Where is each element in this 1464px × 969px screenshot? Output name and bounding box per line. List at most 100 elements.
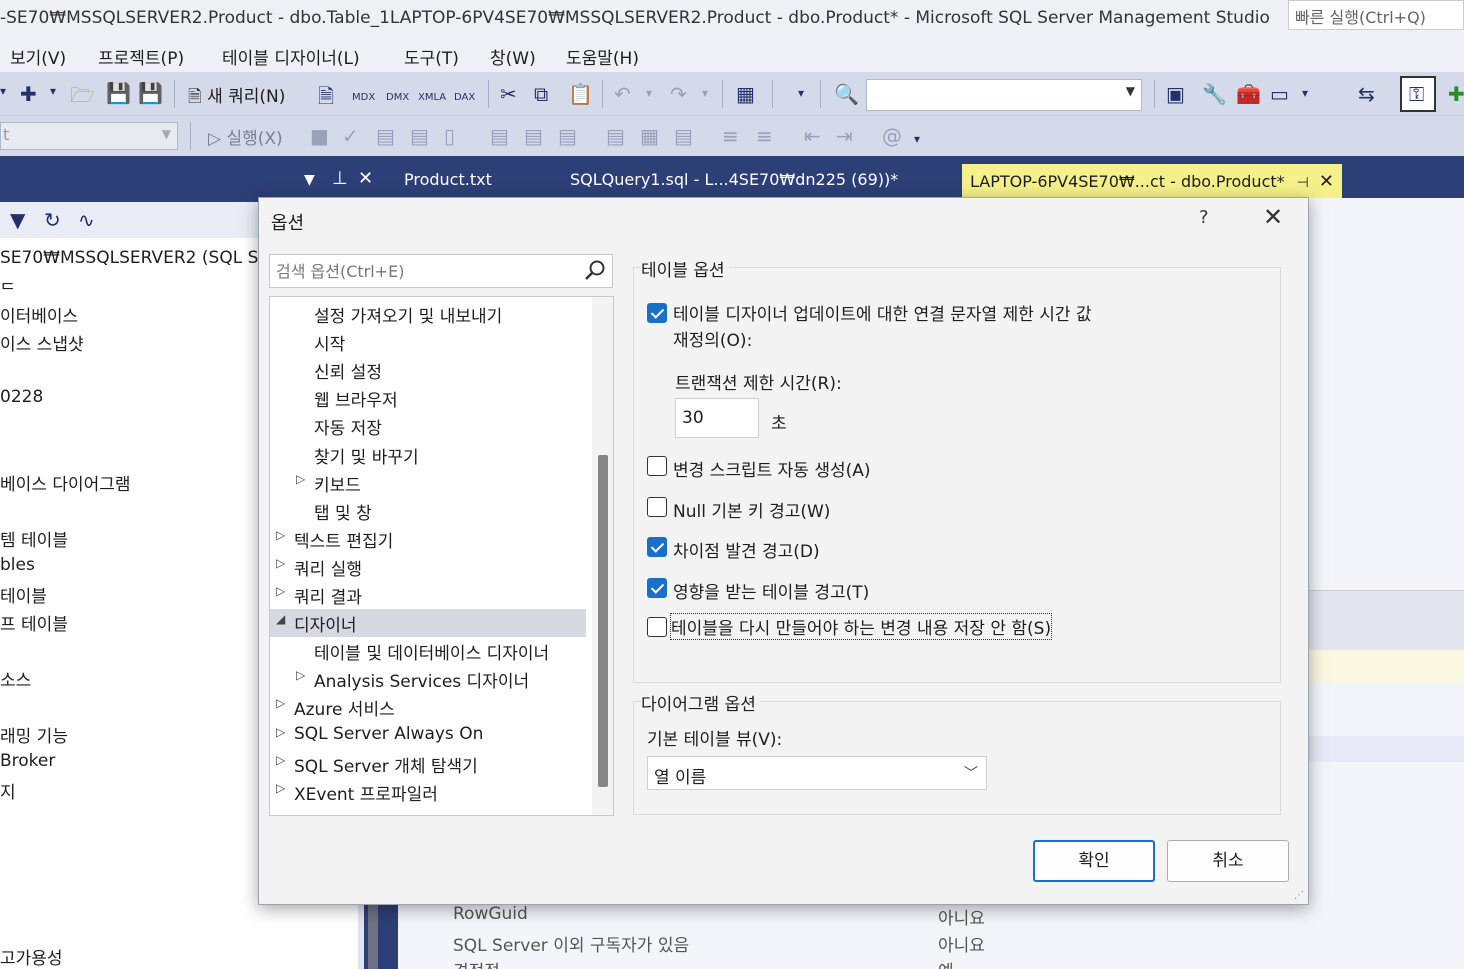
query-options-icon[interactable]: ▤ bbox=[410, 124, 429, 148]
collapsed-arrow-icon[interactable]: ▷ bbox=[276, 725, 285, 739]
chevron-down-icon[interactable]: ▾ bbox=[914, 132, 920, 146]
stop-icon[interactable]: ■ bbox=[310, 124, 329, 148]
tree-item-system-tables[interactable]: 템 테이블 bbox=[0, 526, 68, 551]
tree-item-diagrams[interactable]: 베이스 다이어그램 bbox=[0, 470, 131, 495]
tree-item[interactable]: ▷ 쿼리 실행 bbox=[270, 553, 586, 581]
activity-icon[interactable]: ∿ bbox=[78, 208, 95, 232]
tree-item[interactable]: ▷ 키보드 bbox=[270, 469, 586, 497]
tree-item[interactable]: ▷ 텍스트 편집기 bbox=[270, 525, 586, 553]
ok-button[interactable]: 확인 bbox=[1033, 840, 1155, 882]
pin-icon[interactable]: ⊣ bbox=[1297, 175, 1309, 191]
properties-icon[interactable]: 🔧 bbox=[1202, 82, 1227, 106]
dropdown-icon[interactable]: ▾ bbox=[0, 84, 6, 98]
chevron-down-icon[interactable]: ▼ bbox=[304, 172, 315, 188]
results-file-icon[interactable]: ▤ bbox=[674, 124, 693, 148]
live-stats-icon[interactable]: ▤ bbox=[524, 124, 543, 148]
menu-window[interactable]: 창(W) bbox=[490, 44, 536, 69]
cancel-button[interactable]: 취소 bbox=[1167, 840, 1289, 882]
help-button[interactable]: ? bbox=[1199, 207, 1209, 228]
collapsed-arrow-icon[interactable]: ▷ bbox=[276, 528, 285, 542]
chevron-down-icon[interactable]: ▾ bbox=[798, 86, 804, 100]
comment-icon[interactable]: ≡ bbox=[722, 124, 739, 148]
scroll-thumb[interactable] bbox=[598, 455, 608, 787]
results-text-icon[interactable]: ▤ bbox=[606, 124, 625, 148]
relationship-icon[interactable]: ⇆ bbox=[1358, 82, 1375, 106]
outdent-icon[interactable]: ⇤ bbox=[804, 124, 821, 148]
warn-tables-affected-checkbox[interactable] bbox=[647, 578, 667, 598]
pin-icon[interactable]: ⊥ bbox=[332, 168, 348, 189]
tree-item-graph-tables[interactable]: 프 테이블 bbox=[0, 610, 68, 635]
override-timeout-checkbox[interactable] bbox=[647, 303, 667, 323]
execute-button[interactable]: ▷ 실행(X) bbox=[208, 124, 283, 149]
intellisense-icon[interactable]: ▯ bbox=[444, 124, 455, 148]
indent-icon[interactable]: ⇥ bbox=[836, 124, 853, 148]
new-project-icon[interactable]: ✚ bbox=[20, 82, 37, 106]
tree-item-storage[interactable]: 지 bbox=[0, 778, 16, 803]
collapsed-arrow-icon[interactable]: ▷ bbox=[296, 668, 305, 682]
add-icon[interactable]: ✚ bbox=[1448, 82, 1464, 106]
undo-dropdown-icon[interactable]: ▾ bbox=[646, 86, 652, 100]
include-plan-icon[interactable]: ▤ bbox=[490, 124, 509, 148]
paste-icon[interactable]: 📋 bbox=[568, 82, 593, 106]
tree-scrollbar[interactable] bbox=[592, 297, 613, 815]
primary-key-button[interactable]: ⚿ bbox=[1400, 76, 1436, 112]
undo-icon[interactable]: ↶ bbox=[614, 82, 631, 106]
resize-grip-icon[interactable]: ⋰ bbox=[1294, 890, 1304, 901]
parse-icon[interactable]: ✓ bbox=[342, 124, 359, 148]
results-grid-icon[interactable]: ▦ bbox=[640, 124, 659, 148]
tree-item[interactable]: 찾기 및 바꾸기 bbox=[270, 441, 586, 469]
tab-product-txt[interactable]: Product.txt bbox=[404, 170, 492, 189]
activity-monitor-icon[interactable]: ▦ bbox=[736, 82, 755, 106]
toolbox-icon[interactable]: 🧰 bbox=[1236, 82, 1261, 106]
dax-query-icon[interactable]: DAX bbox=[454, 92, 475, 103]
collapsed-arrow-icon[interactable]: ▷ bbox=[276, 584, 285, 598]
save-icon[interactable]: 💾 bbox=[106, 81, 131, 105]
tab-product-designer[interactable]: LAPTOP-6PV4SE70₩...ct - dbo.Product* ⊣ ✕ bbox=[962, 164, 1342, 198]
xmla-query-icon[interactable]: XMLA bbox=[418, 92, 446, 103]
command-window-icon[interactable]: ▭ bbox=[1270, 82, 1289, 106]
collapsed-arrow-icon[interactable]: ▷ bbox=[296, 472, 305, 486]
close-icon[interactable]: ✕ bbox=[358, 168, 373, 189]
redo-dropdown-icon[interactable]: ▾ bbox=[702, 86, 708, 100]
quick-launch-input[interactable]: 빠른 실행(Ctrl+Q) bbox=[1288, 0, 1464, 30]
close-button[interactable]: ✕ bbox=[1263, 203, 1283, 231]
template-params-icon[interactable]: @ bbox=[882, 124, 902, 148]
warn-difference-detected-checkbox[interactable] bbox=[647, 537, 667, 557]
tree-item-filetables[interactable]: bles bbox=[0, 555, 35, 575]
menu-help[interactable]: 도움말(H) bbox=[566, 44, 639, 69]
tab-sqlquery1[interactable]: SQLQuery1.sql - L...4SE70₩dn225 (69))* bbox=[570, 170, 898, 189]
collapsed-arrow-icon[interactable]: ▷ bbox=[276, 781, 285, 795]
redo-icon[interactable]: ↷ bbox=[670, 82, 687, 106]
find-icon[interactable]: 🔍 bbox=[834, 82, 859, 106]
tree-item[interactable]: 설정 가져오기 및 내보내기 bbox=[270, 300, 586, 328]
chevron-down-icon[interactable]: ▾ bbox=[50, 84, 56, 98]
property-row[interactable]: 견적점 예 bbox=[448, 955, 1464, 969]
open-file-icon[interactable]: 🗁 bbox=[70, 81, 95, 115]
close-icon[interactable]: ✕ bbox=[1319, 171, 1334, 192]
tree-item[interactable]: ▷ Azure 서비스 bbox=[270, 693, 586, 721]
collapsed-arrow-icon[interactable]: ▷ bbox=[276, 753, 285, 767]
save-all-icon[interactable]: 💾 bbox=[138, 81, 163, 105]
query-icon[interactable]: 🗎 bbox=[318, 82, 334, 116]
prevent-saving-changes-checkbox[interactable] bbox=[647, 617, 667, 637]
tree-item[interactable]: ▷ Analysis Services 디자이너 bbox=[270, 665, 586, 693]
menu-tools[interactable]: 도구(T) bbox=[404, 44, 459, 69]
chevron-down-icon[interactable]: ▾ bbox=[1302, 86, 1308, 100]
tree-item[interactable]: ◢ 디자이너 bbox=[270, 609, 586, 638]
database-combo[interactable]: t ▼ bbox=[0, 122, 178, 150]
new-query-button[interactable]: 🗎 새 쿼리(N) bbox=[188, 82, 285, 113]
tree-item[interactable]: 탭 및 창 bbox=[270, 497, 586, 525]
menu-view[interactable]: 보기(V) bbox=[10, 44, 66, 69]
tree-item[interactable]: ▷ SQL Server Always On bbox=[270, 722, 586, 750]
tree-item[interactable]: 자동 저장 bbox=[270, 412, 586, 440]
tree-item[interactable]: ▷ SQL Server 개체 탐색기 bbox=[270, 750, 586, 778]
tree-item-resources[interactable]: 소스 bbox=[0, 666, 31, 691]
auto-generate-scripts-checkbox[interactable] bbox=[647, 456, 667, 476]
dmx-query-icon[interactable]: DMX bbox=[386, 92, 409, 103]
menu-table-designer[interactable]: 테이블 디자이너(L) bbox=[222, 44, 360, 69]
uncomment-icon[interactable]: ≡ bbox=[756, 124, 773, 148]
tree-item-external-tables[interactable]: 테이블 bbox=[0, 582, 47, 607]
find-combo[interactable]: ▼ bbox=[866, 79, 1142, 111]
tree-item[interactable]: ᄃ bbox=[0, 276, 16, 301]
tree-item-snapshots[interactable]: 이스 스냅샷 bbox=[0, 330, 84, 355]
